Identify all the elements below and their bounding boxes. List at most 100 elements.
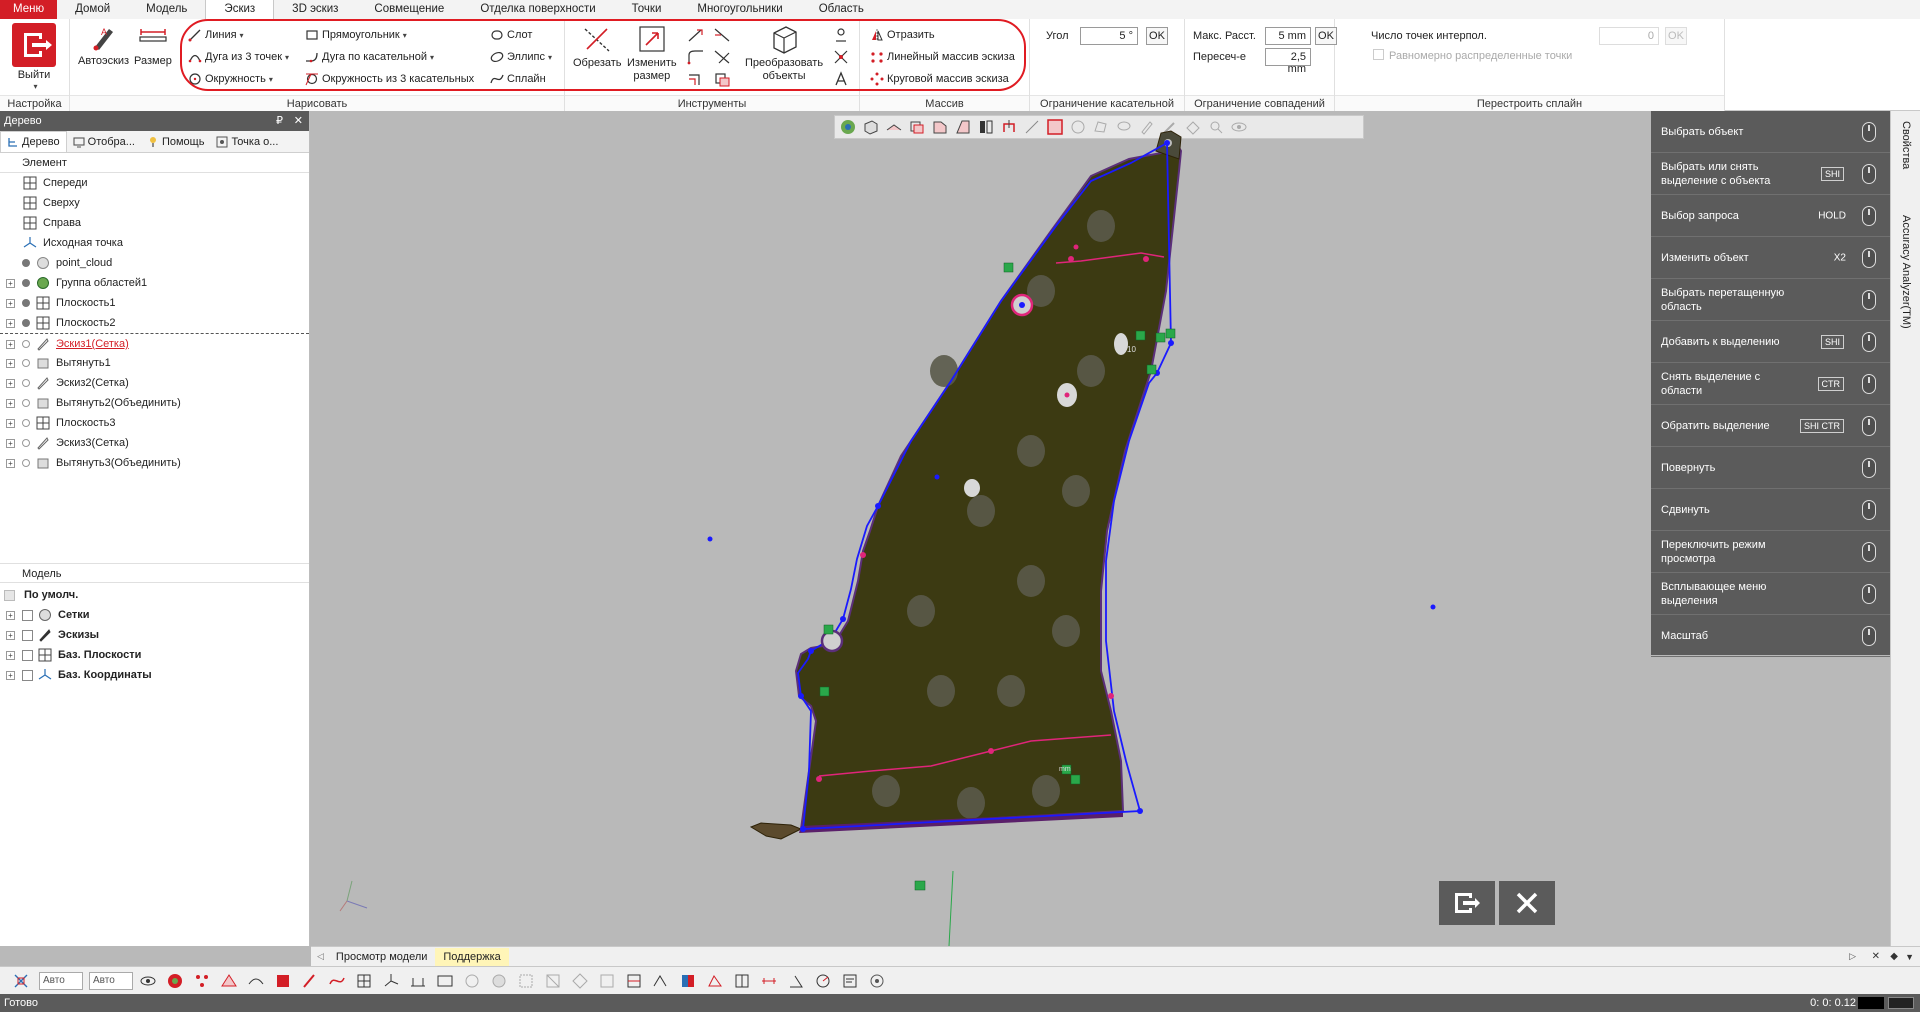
tab-close-icon[interactable]: ✕ [1872, 951, 1880, 962]
expand-icon[interactable]: + [6, 299, 15, 308]
show-surfaces-icon[interactable] [247, 972, 265, 990]
convert-icon[interactable] [713, 71, 731, 87]
edges-icon[interactable] [544, 972, 562, 990]
clip-icon[interactable] [706, 972, 724, 990]
max-distance-input[interactable]: 5 mm [1265, 27, 1311, 45]
interp-points-ok-button[interactable]: OK [1665, 27, 1687, 45]
expand-icon[interactable]: + [6, 359, 15, 368]
tab-home[interactable]: Домой [57, 0, 128, 19]
selection-mode-select[interactable]: Авто [39, 971, 83, 990]
visibility-off-icon[interactable] [22, 419, 30, 427]
curvature-icon[interactable] [652, 972, 670, 990]
constraint-icon[interactable] [833, 27, 849, 43]
lighting-icon[interactable] [463, 972, 481, 990]
model-item[interactable]: + Баз. Плоскости [0, 645, 309, 665]
visibility-off-icon[interactable] [22, 379, 30, 387]
deviation-icon[interactable] [625, 972, 643, 990]
expand-icon[interactable]: + [6, 671, 15, 680]
angle-ok-button[interactable]: OK [1146, 27, 1168, 45]
visibility-off-icon[interactable] [22, 340, 30, 348]
display-options-icon[interactable] [436, 972, 454, 990]
tree-item[interactable]: Сверху [0, 193, 309, 213]
cancel-sketch-corner-button[interactable] [1499, 881, 1555, 925]
mirror-tool[interactable]: Отразить [870, 26, 935, 44]
show-points-icon[interactable] [193, 972, 211, 990]
expand-icon[interactable]: + [6, 319, 15, 328]
tree-item[interactable]: + Эскиз1(Сетка) [0, 333, 309, 353]
3d-viewport[interactable]: 10 mm Выбрать объект Выбрать или снять вы… [311, 111, 1920, 946]
show-regions-icon[interactable] [220, 972, 238, 990]
screenshot-icon[interactable] [868, 972, 886, 990]
interp-points-input[interactable]: 0 [1599, 27, 1659, 45]
scroll-left-icon[interactable]: ◁ [311, 951, 328, 962]
snap-icon[interactable] [12, 972, 30, 990]
note-icon[interactable] [841, 972, 859, 990]
sketch-canvas[interactable]: 10 mm [311, 111, 1651, 946]
tree-item[interactable]: + Плоскость3 [0, 413, 309, 433]
show-meshes-icon[interactable] [166, 972, 184, 990]
expand-icon[interactable]: + [6, 651, 15, 660]
tree-item[interactable]: + Группа областей1 [0, 273, 309, 293]
max-distance-ok-button[interactable]: OK [1315, 27, 1337, 45]
tab-model-view[interactable]: Просмотр модели [328, 948, 435, 966]
show-curves-icon[interactable] [328, 972, 346, 990]
model-item[interactable]: + Сетки [0, 605, 309, 625]
ellipse-tool[interactable]: Эллипс ▾ [490, 48, 552, 66]
tab-points[interactable]: Точки [614, 0, 680, 19]
visibility-icon[interactable] [22, 299, 30, 307]
arc3-tool[interactable]: Дуга из 3 точек ▾ [188, 48, 289, 66]
tab-region[interactable]: Область [801, 0, 882, 19]
visibility-icon[interactable] [22, 279, 30, 287]
circle-tool[interactable]: Окружность ▾ [188, 70, 273, 88]
tree-item[interactable]: + Вытянуть2(Объединить) [0, 393, 309, 413]
slot-tool[interactable]: Слот [490, 26, 532, 44]
tab-menu[interactable]: Меню [0, 0, 58, 19]
tab-display[interactable]: Отобра... [67, 131, 141, 152]
tab-3d-sketch[interactable]: 3D эскиз [274, 0, 356, 19]
size-button[interactable]: Размер [134, 23, 172, 68]
tab-alignment[interactable]: Совмещение [356, 0, 462, 19]
fillet-icon[interactable] [687, 49, 705, 65]
model-item[interactable]: По умолч. [0, 585, 309, 605]
tree-item[interactable]: + Эскиз2(Сетка) [0, 373, 309, 393]
wireframe-icon[interactable] [571, 972, 589, 990]
show-coords-icon[interactable] [382, 972, 400, 990]
model-item[interactable]: + Баз. Координаты [0, 665, 309, 685]
chevron-down-icon[interactable]: ▼ [1905, 952, 1914, 962]
shading-icon[interactable] [490, 972, 508, 990]
show-bodies-icon[interactable] [274, 972, 292, 990]
transform-objects-button[interactable]: Преобразовать объекты [745, 23, 823, 83]
tab-sketch[interactable]: Эскиз [205, 0, 275, 19]
measure-radius-icon[interactable] [814, 972, 832, 990]
tab-viewpoint[interactable]: Точка о... [210, 131, 284, 152]
extend-icon[interactable] [687, 27, 705, 43]
visibility-checkbox[interactable] [22, 610, 33, 621]
show-all-icon[interactable] [139, 972, 157, 990]
tab-menu-icon[interactable]: ◆ [1890, 951, 1898, 962]
texture-icon[interactable] [598, 972, 616, 990]
auto-constraint-icon[interactable] [833, 49, 849, 65]
circular-pattern-tool[interactable]: Круговой массив эскиза [870, 70, 1009, 88]
measure-angle-icon[interactable] [787, 972, 805, 990]
expand-icon[interactable]: + [6, 631, 15, 640]
tab-help[interactable]: Помощь [141, 131, 211, 152]
expand-icon[interactable]: + [6, 279, 15, 288]
expand-icon[interactable]: + [6, 439, 15, 448]
visibility-checkbox[interactable] [22, 650, 33, 661]
tab-tree[interactable]: Дерево [0, 131, 67, 152]
close-icon[interactable]: ✕ [294, 111, 303, 131]
show-ref-geometry-icon[interactable] [355, 972, 373, 990]
model-item[interactable]: + Эскизы [0, 625, 309, 645]
tree-item[interactable]: + Эскиз3(Сетка) [0, 433, 309, 453]
tab-polygons[interactable]: Многоугольники [679, 0, 800, 19]
trim-button[interactable]: Обрезать [573, 23, 622, 70]
show-measures-icon[interactable] [409, 972, 427, 990]
angle-input[interactable]: 5 ° [1080, 27, 1138, 45]
visibility-off-icon[interactable] [22, 439, 30, 447]
linear-pattern-tool[interactable]: Линейный массив эскиза [870, 48, 1015, 66]
spline-tool[interactable]: Сплайн [490, 70, 546, 88]
tree-item[interactable]: + Вытянуть1 [0, 353, 309, 373]
pin-icon[interactable]: ₽ [276, 111, 283, 131]
text-icon[interactable] [833, 71, 849, 87]
intersect-input[interactable]: 2,5 mm [1265, 48, 1311, 75]
